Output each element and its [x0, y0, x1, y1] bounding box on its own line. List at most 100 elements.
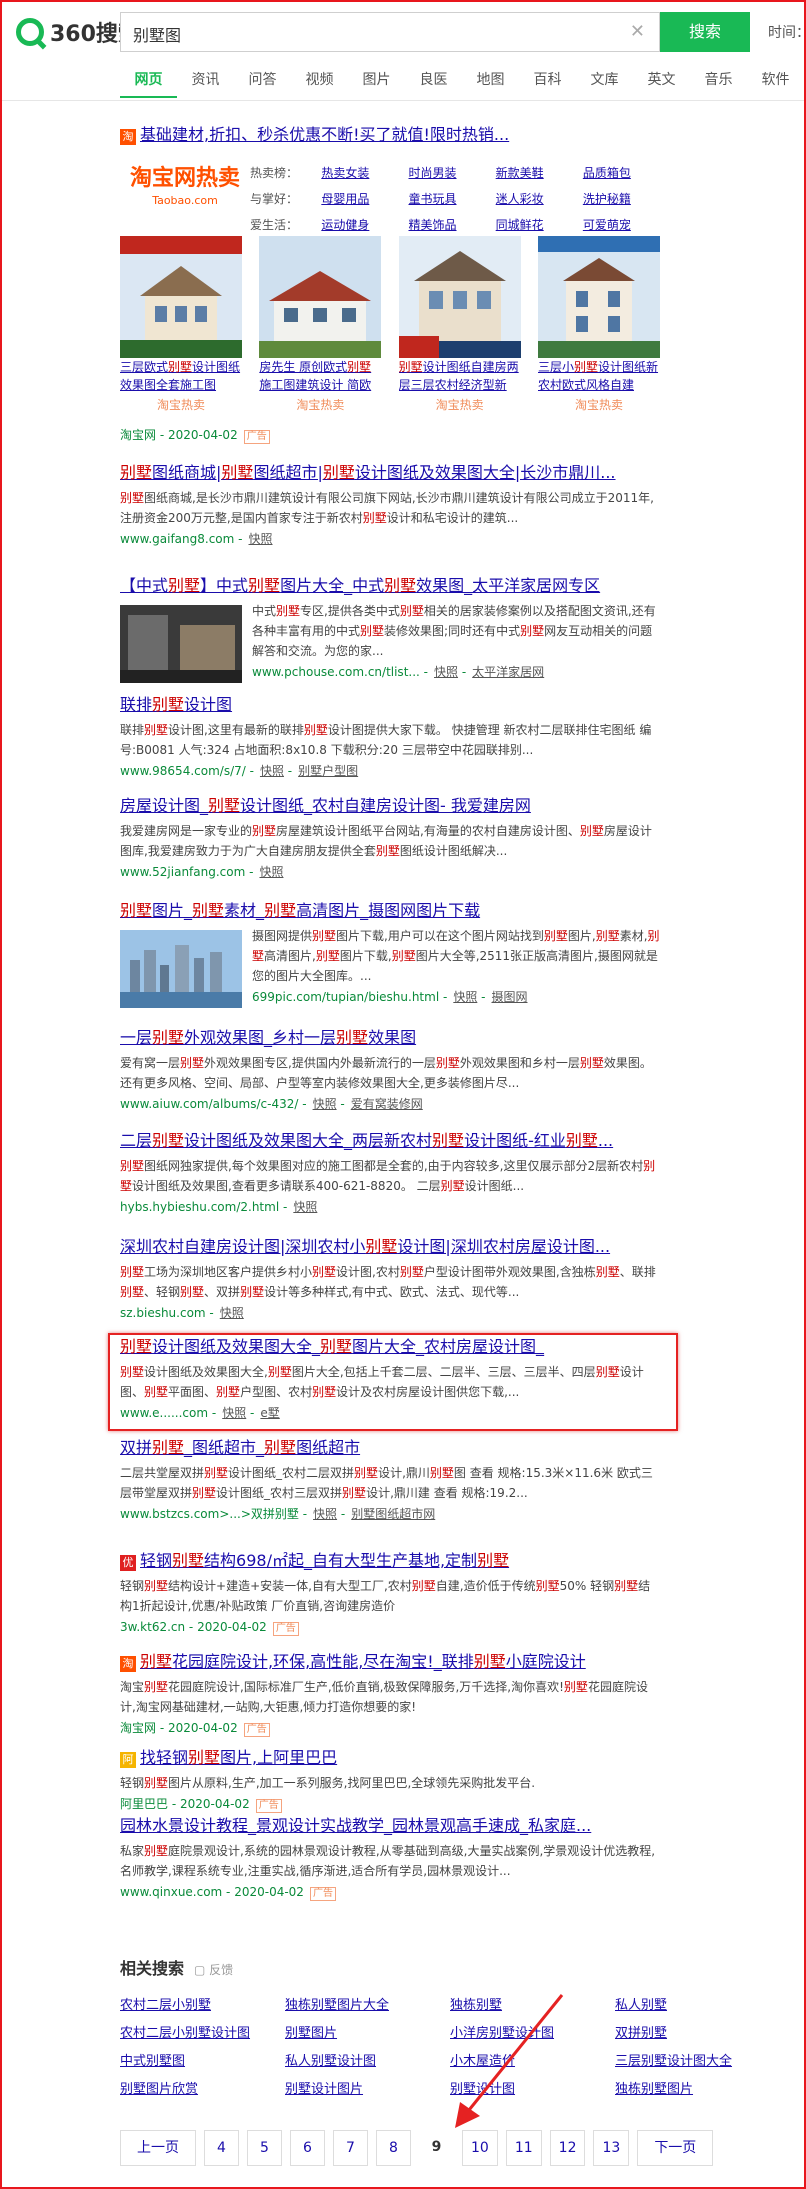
tab-map[interactable]: 地图: [462, 70, 519, 100]
page-link[interactable]: 5: [247, 2130, 282, 2166]
taobao-link[interactable]: 迷人彩妆: [496, 186, 583, 212]
result-title[interactable]: 一层别墅外观效果图_乡村一层别墅效果图: [120, 1027, 660, 1049]
taobao-logo[interactable]: 淘宝网热卖 Taobao.com: [120, 164, 250, 224]
page-link[interactable]: 11: [505, 2130, 542, 2166]
result-title[interactable]: 二层别墅设计图纸及效果图大全_两层新农村别墅设计图纸-红业别墅...: [120, 1130, 660, 1152]
taobao-link[interactable]: 新款美鞋: [496, 160, 583, 186]
related-item[interactable]: 农村二层小别墅: [120, 1997, 285, 2015]
related-item[interactable]: 小木屋造价: [450, 2053, 615, 2071]
related-item[interactable]: 私人别墅设计图: [285, 2053, 450, 2071]
related-item[interactable]: 三层别墅设计图大全: [615, 2053, 780, 2071]
page-link[interactable]: 7: [333, 2130, 368, 2166]
result-title[interactable]: 双拼别墅_图纸超市_别墅图纸超市: [120, 1437, 660, 1459]
result-link[interactable]: 爱有窝装修网: [351, 1097, 423, 1111]
product-card[interactable]: 别墅设计图纸自建房两层三层农村经济型新 淘宝热卖: [398, 236, 521, 413]
result-link[interactable]: 别墅图纸超市网: [351, 1507, 435, 1521]
result-link[interactable]: 快照: [249, 532, 273, 546]
result-link[interactable]: 快照: [434, 665, 458, 679]
tab-software[interactable]: 软件: [747, 70, 804, 100]
related-item[interactable]: 私人别墅: [615, 1997, 780, 2015]
page-link[interactable]: 10: [462, 2130, 498, 2166]
related-item[interactable]: 别墅图片: [285, 2025, 450, 2043]
result-link[interactable]: 别墅户型图: [298, 764, 358, 778]
page-link[interactable]: 12: [549, 2130, 586, 2166]
tab-web[interactable]: 网页: [120, 70, 177, 98]
product-title[interactable]: 三层小别墅设计图纸新农村欧式风格自建: [538, 358, 660, 394]
search-button[interactable]: 搜索: [660, 12, 750, 52]
related-item[interactable]: 中式别墅图: [120, 2053, 285, 2071]
prev-page-button[interactable]: 上一页: [120, 2130, 196, 2166]
product-image[interactable]: [398, 236, 521, 358]
related-item[interactable]: 小洋房别墅设计图: [450, 2025, 615, 2043]
taobao-link[interactable]: 洗护秘籍: [583, 186, 670, 212]
product-title[interactable]: 三层欧式别墅设计图纸效果图全套施工图: [120, 358, 242, 394]
clear-icon[interactable]: ✕: [630, 21, 645, 42]
product-card[interactable]: 三层欧式别墅设计图纸效果图全套施工图 淘宝热卖: [120, 236, 242, 413]
tab-wenku[interactable]: 文库: [576, 70, 633, 100]
search-input[interactable]: 别墅图 ✕: [120, 12, 660, 52]
taobao-link[interactable]: 运动健身: [321, 212, 408, 238]
result-url: www.pchouse.com.cn/tlist... - 快照 - 太平洋家居网: [252, 665, 545, 679]
result-title[interactable]: 房屋设计图_别墅设计图纸_农村自建房设计图- 我爱建房网: [120, 795, 660, 817]
tab-images[interactable]: 图片: [348, 70, 405, 100]
taobao-link[interactable]: 时尚男装: [409, 160, 496, 186]
result-link[interactable]: 快照: [453, 990, 477, 1004]
related-item[interactable]: 独栋别墅: [450, 1997, 615, 2015]
product-image[interactable]: [259, 236, 382, 358]
product-image[interactable]: [120, 236, 242, 358]
tab-qa[interactable]: 问答: [234, 70, 291, 100]
product-card[interactable]: 房先生 原创欧式别墅施工图建筑设计 简欧 淘宝热卖: [259, 236, 382, 413]
result-thumbnail[interactable]: [120, 930, 242, 1008]
tab-health[interactable]: 良医: [405, 70, 462, 100]
result-link[interactable]: 快照: [220, 1306, 244, 1320]
related-item[interactable]: 别墅设计图片: [285, 2081, 450, 2099]
page-link[interactable]: 4: [204, 2130, 239, 2166]
result-thumbnail[interactable]: [120, 605, 242, 683]
result-link[interactable]: 快照: [313, 1507, 337, 1521]
result-title[interactable]: 【中式别墅】中式别墅图片大全_中式别墅效果图_太平洋家居网专区: [120, 575, 660, 597]
related-item[interactable]: 双拼别墅: [615, 2025, 780, 2043]
related-item[interactable]: 别墅图片欣赏: [120, 2081, 285, 2099]
page-link[interactable]: 13: [593, 2130, 630, 2166]
tab-music[interactable]: 音乐: [690, 70, 747, 100]
product-title[interactable]: 房先生 原创欧式别墅施工图建筑设计 简欧: [259, 358, 381, 394]
result-link[interactable]: 快照: [259, 865, 283, 879]
tab-video[interactable]: 视频: [291, 70, 348, 100]
result-link[interactable]: 摄图网: [491, 990, 527, 1004]
result-title[interactable]: 阿找轻钢别墅图片,上阿里巴巴: [120, 1747, 660, 1769]
page-link[interactable]: 8: [376, 2130, 411, 2166]
result-title[interactable]: 别墅图纸商城|别墅图纸超市|别墅设计图纸及效果图大全|长沙市鼎川...: [120, 462, 660, 484]
product-card[interactable]: 三层小别墅设计图纸新农村欧式风格自建 淘宝热卖: [537, 236, 660, 413]
next-page-button[interactable]: 下一页: [637, 2130, 714, 2166]
result-link[interactable]: 快照: [313, 1097, 337, 1111]
tab-baike[interactable]: 百科: [519, 70, 576, 100]
result-title[interactable]: 深圳农村自建房设计图|深圳农村小别墅设计图|深圳农村房屋设计图...: [120, 1236, 660, 1258]
taobao-link[interactable]: 热卖女装: [321, 160, 408, 186]
feedback-link[interactable]: ▢ 反馈: [194, 1963, 233, 1977]
taobao-link[interactable]: 同城鲜花: [496, 212, 583, 238]
taobao-link[interactable]: 品质箱包: [583, 160, 670, 186]
tab-news[interactable]: 资讯: [177, 70, 234, 100]
result-link[interactable]: 快照: [293, 1200, 317, 1214]
product-title[interactable]: 别墅设计图纸自建房两层三层农村经济型新: [399, 358, 521, 394]
related-item[interactable]: 农村二层小别墅设计图: [120, 2025, 285, 2043]
result-title[interactable]: 淘别墅花园庭院设计,环保,高性能,尽在淘宝!_联排别墅小庭院设计: [120, 1651, 660, 1673]
taobao-link[interactable]: 可爱萌宠: [583, 212, 670, 238]
result-link[interactable]: 快照: [260, 764, 284, 778]
related-item[interactable]: 别墅设计图: [450, 2081, 615, 2099]
result-title[interactable]: 淘基础建材,折扣、秒杀优惠不断!买了就值!限时热销...: [120, 124, 660, 146]
result-title[interactable]: 联排别墅设计图: [120, 694, 660, 716]
result-title[interactable]: 优轻钢别墅结构698/㎡起_自有大型生产基地,定制别墅: [120, 1550, 660, 1572]
taobao-link[interactable]: 精美饰品: [409, 212, 496, 238]
page-link[interactable]: 6: [290, 2130, 325, 2166]
result-title[interactable]: 别墅图片_别墅素材_别墅高清图片_摄图网图片下载: [120, 900, 660, 922]
tab-english[interactable]: 英文: [633, 70, 690, 100]
taobao-link[interactable]: 母婴用品: [321, 186, 408, 212]
result-link[interactable]: 太平洋家居网: [472, 665, 544, 679]
taobao-link[interactable]: 童书玩具: [409, 186, 496, 212]
related-item[interactable]: 独栋别墅图片大全: [285, 1997, 450, 2015]
result-title[interactable]: 园林水景设计教程_景观设计实战教学_园林景观高手速成_私家庭...: [120, 1815, 660, 1837]
related-item[interactable]: 独栋别墅图片: [615, 2081, 780, 2099]
product-image[interactable]: [537, 236, 660, 358]
time-filter[interactable]: 时间：: [768, 22, 806, 42]
